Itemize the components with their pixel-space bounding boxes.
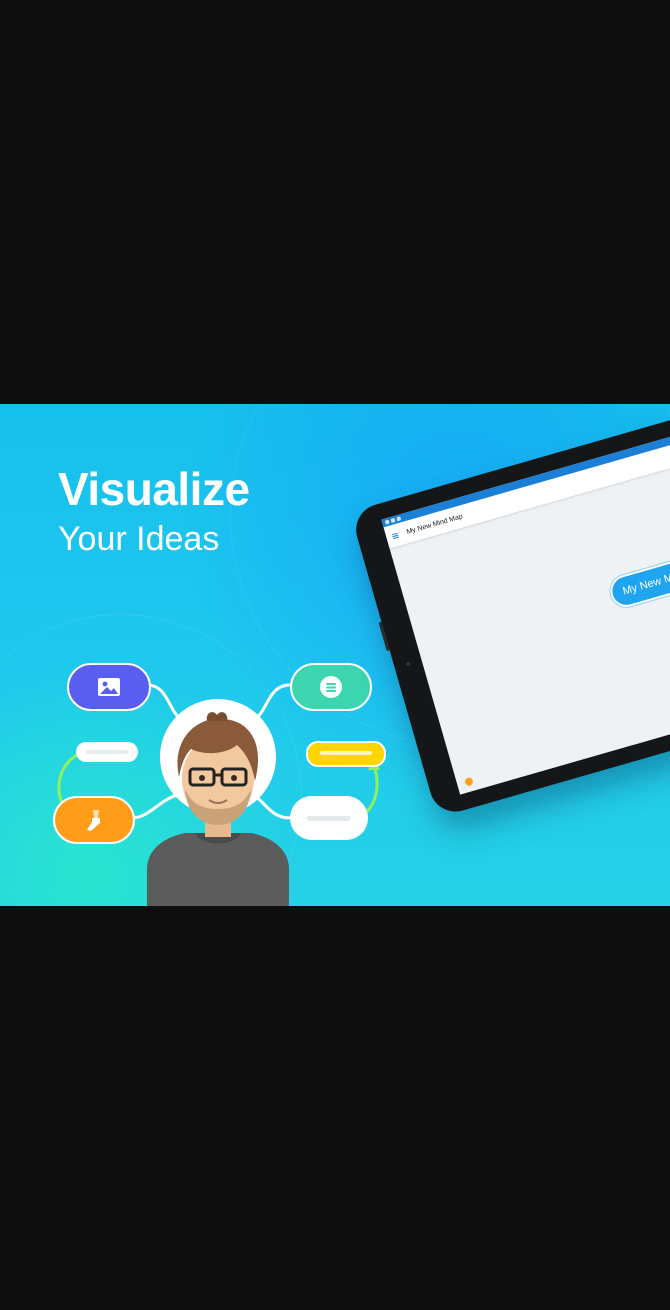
image-viewer: Visualize Your Ideas My New Mind Map My … <box>0 0 670 1310</box>
signal-icon <box>396 516 402 522</box>
mind-map-highlight-node <box>306 741 386 767</box>
mind-map-style-node <box>53 796 135 844</box>
text-lines-icon <box>320 676 342 698</box>
mind-map-image-node <box>67 663 151 711</box>
image-icon <box>98 678 120 696</box>
person-avatar <box>147 699 289 906</box>
mind-map-empty-node <box>76 742 138 762</box>
brush-icon <box>87 810 100 831</box>
promo-banner: Visualize Your Ideas My New Mind Map My … <box>0 404 670 906</box>
battery-icon <box>390 518 396 523</box>
wifi-icon <box>384 519 390 525</box>
mind-map-empty-node <box>290 796 368 840</box>
menu-icon[interactable] <box>391 532 399 539</box>
tablet-camera <box>405 661 411 667</box>
add-node-button[interactable] <box>463 776 474 787</box>
mind-map-text-node <box>290 663 372 711</box>
central-topic-node[interactable]: My New Mind Map <box>606 547 670 611</box>
